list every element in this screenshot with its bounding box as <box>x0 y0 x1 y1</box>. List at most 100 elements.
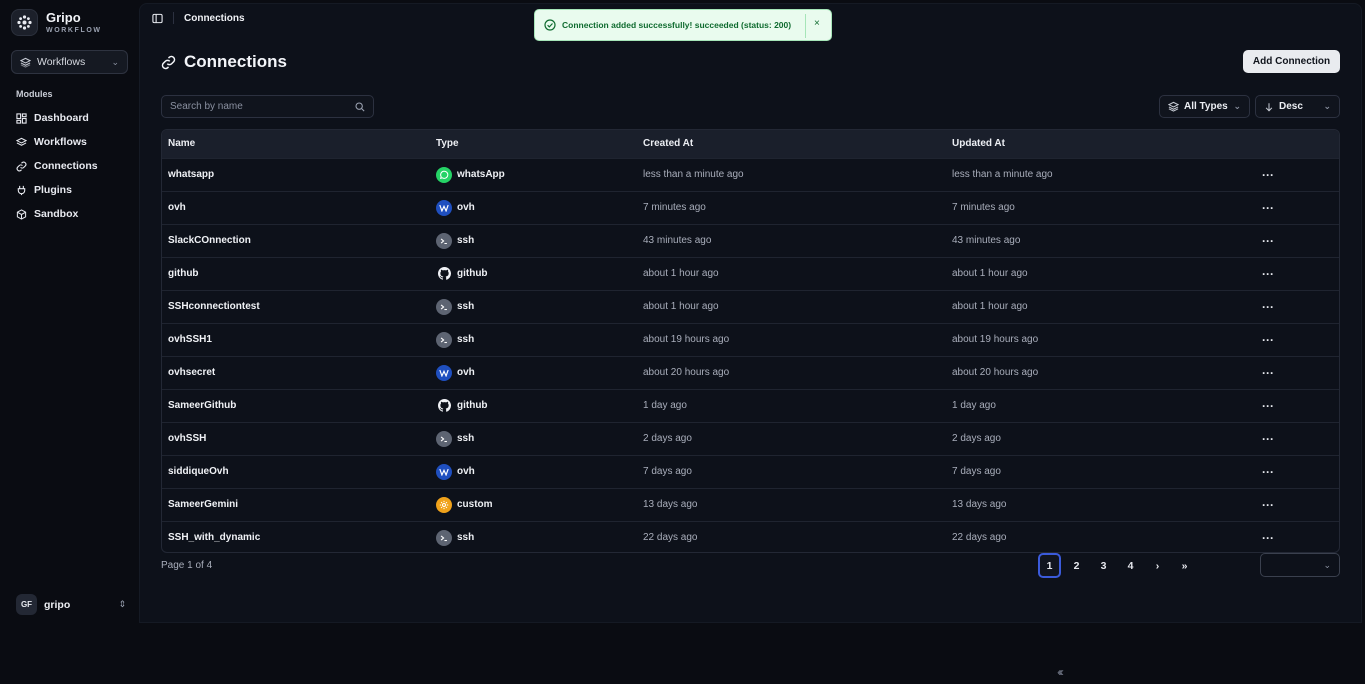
user-name: gripo <box>44 598 71 611</box>
workspace-select-value: Workflows <box>37 56 86 68</box>
type-filter-value: All Types <box>1184 101 1228 112</box>
link-icon <box>161 55 176 69</box>
toast-divider <box>805 14 806 38</box>
chevron-down-icon: ⌄ <box>111 56 119 67</box>
table-row[interactable]: SSH_with_dynamic ssh 22 days ago 22 days ag… <box>162 521 1339 552</box>
workspace-select[interactable]: Workflows ⌄ <box>11 50 128 74</box>
prev-page-button[interactable]: ‹ <box>1049 659 1072 684</box>
sidebar-item-dashboard[interactable]: Dashboard <box>11 106 131 130</box>
last-page-button[interactable]: » <box>1173 553 1196 578</box>
sidebar-item-workflows[interactable]: Workflows <box>11 130 131 154</box>
table-row[interactable]: SlackCOnnection ssh 43 minutes ago 43 minut… <box>162 224 1339 257</box>
connection-name: SameerGemini <box>168 499 239 510</box>
row-actions-cell: ··· <box>1256 257 1339 290</box>
brand[interactable]: Gripo WORKFLOW <box>11 9 102 36</box>
created-at: 2 days ago <box>643 433 692 444</box>
connection-type: github <box>457 400 488 411</box>
more-horizontal-icon[interactable]: ··· <box>1262 531 1274 545</box>
github-icon <box>436 266 452 282</box>
updated-at: about 1 hour ago <box>952 301 1028 312</box>
table-row[interactable]: ovhSSH1 ssh about 19 hours ago about 19 hou… <box>162 323 1339 356</box>
connection-type: ssh <box>457 334 475 345</box>
more-horizontal-icon[interactable]: ··· <box>1262 432 1274 446</box>
row-actions-cell: ··· <box>1256 224 1339 257</box>
dashboard-icon <box>16 112 27 124</box>
connection-name: SlackCOnnection <box>168 235 251 246</box>
row-actions-cell: ··· <box>1256 290 1339 323</box>
table-row[interactable]: siddiqueOvh ovh 7 days ago 7 days ago ··· <box>162 455 1339 488</box>
page-button[interactable]: 2 <box>1065 553 1088 578</box>
pagination: « ‹ 1 2 3 4 › » <box>1038 553 1196 679</box>
more-horizontal-icon[interactable]: ··· <box>1262 498 1274 512</box>
sidebar-item-label: Plugins <box>34 184 72 196</box>
row-actions-cell: ··· <box>1256 191 1339 224</box>
table-row[interactable]: SameerGemini custom 13 days ago 13 days ago… <box>162 488 1339 521</box>
table-row[interactable]: whatsapp whatsApp less than a minute ago le… <box>162 158 1339 191</box>
connection-name: ovh <box>168 202 186 213</box>
cube-icon <box>16 208 27 220</box>
search-icon <box>355 101 365 112</box>
column-header-created[interactable]: Created At <box>637 130 946 158</box>
type-filter-select[interactable]: All Types ⌄ <box>1159 95 1250 118</box>
sidebar-nav: Dashboard Workflows Connections Plugins … <box>11 106 131 226</box>
table-row[interactable]: ovhsecret ovh about 20 hours ago about 20 h… <box>162 356 1339 389</box>
connection-type: ovh <box>457 466 475 477</box>
more-horizontal-icon[interactable]: ··· <box>1262 168 1274 182</box>
ssh-icon <box>436 529 452 546</box>
created-at: 7 days ago <box>643 466 692 477</box>
column-header-name[interactable]: Name <box>162 130 430 158</box>
table-row[interactable]: ovh ovh 7 minutes ago 7 minutes ago ··· <box>162 191 1339 224</box>
page-button[interactable]: 4 <box>1119 553 1142 578</box>
created-at: 13 days ago <box>643 499 698 510</box>
modules-section-label: Modules <box>16 89 53 99</box>
connection-type-cell: github <box>430 389 637 422</box>
sidebar-item-plugins[interactable]: Plugins <box>11 178 131 202</box>
table-row[interactable]: SSHconnectiontest ssh about 1 hour ago abou… <box>162 290 1339 323</box>
table-row[interactable]: SameerGithub github 1 day ago 1 day ago ··· <box>162 389 1339 422</box>
page-button[interactable]: 1 <box>1038 553 1061 578</box>
more-horizontal-icon[interactable]: ··· <box>1262 234 1274 248</box>
row-actions-cell: ··· <box>1256 488 1339 521</box>
sidebar-toggle-icon[interactable] <box>152 13 163 24</box>
sort-order-select[interactable]: Desc ⌄ <box>1255 95 1340 118</box>
ssh-icon <box>436 331 452 348</box>
more-horizontal-icon[interactable]: ··· <box>1262 465 1274 479</box>
close-icon[interactable]: × <box>814 18 820 29</box>
connection-name: siddiqueOvh <box>168 466 229 477</box>
connection-name: SameerGithub <box>168 400 237 411</box>
toast-message: Connection added successfully! succeeded… <box>562 20 792 30</box>
more-horizontal-icon[interactable]: ··· <box>1262 399 1274 413</box>
link-icon <box>16 161 27 171</box>
more-horizontal-icon[interactable]: ··· <box>1262 300 1274 314</box>
table-row[interactable]: github github about 1 hour ago about 1 hour… <box>162 257 1339 290</box>
more-horizontal-icon[interactable]: ··· <box>1262 201 1274 215</box>
more-horizontal-icon[interactable]: ··· <box>1262 333 1274 347</box>
user-menu[interactable]: GF gripo ⇕ <box>16 594 126 615</box>
sidebar-item-sandbox[interactable]: Sandbox <box>11 202 131 226</box>
connection-type-cell: ssh <box>430 224 637 257</box>
sidebar-item-label: Dashboard <box>34 112 89 124</box>
created-at: about 19 hours ago <box>643 334 730 345</box>
connection-name: ovhSSH <box>168 433 207 444</box>
page-button[interactable]: 3 <box>1092 553 1115 578</box>
next-page-button[interactable]: › <box>1146 553 1169 578</box>
table-header-row: Name Type Created At Updated At <box>162 130 1339 158</box>
more-horizontal-icon[interactable]: ··· <box>1262 366 1274 380</box>
ssh-icon <box>436 298 452 315</box>
column-header-updated[interactable]: Updated At <box>946 130 1256 158</box>
connection-type: ssh <box>457 433 475 444</box>
add-connection-button[interactable]: Add Connection <box>1243 50 1340 73</box>
connection-type: ovh <box>457 202 475 213</box>
column-header-type[interactable]: Type <box>430 130 637 158</box>
whatsapp-icon <box>436 166 452 183</box>
row-actions-cell: ··· <box>1256 521 1339 552</box>
sidebar-item-connections[interactable]: Connections <box>11 154 131 178</box>
page-size-select[interactable]: ⌄ <box>1260 553 1340 577</box>
ssh-icon <box>436 430 452 447</box>
search-input[interactable] <box>170 101 355 112</box>
row-actions-cell: ··· <box>1256 356 1339 389</box>
row-actions-cell: ··· <box>1256 455 1339 488</box>
more-horizontal-icon[interactable]: ··· <box>1262 267 1274 281</box>
table-row[interactable]: ovhSSH ssh 2 days ago 2 days ago ··· <box>162 422 1339 455</box>
main-panel: Connections Connections Add Connection A… <box>139 3 1362 679</box>
